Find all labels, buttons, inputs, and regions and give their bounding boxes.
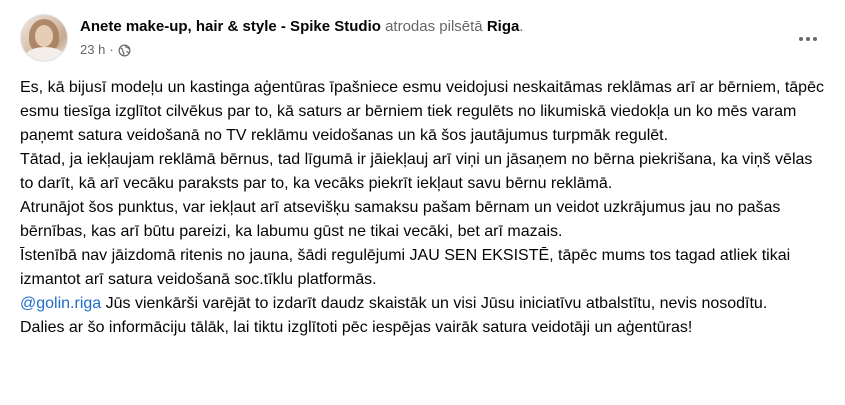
author-avatar[interactable]	[20, 14, 68, 62]
post-paragraph: Es, kā bijusī modeļu un kastinga aģentūr…	[20, 79, 824, 144]
location-suffix: .	[519, 18, 524, 35]
avatar-shoulder	[25, 47, 65, 61]
post-paragraph: Īstenībā nav jāizdomā ritenis no jauna, …	[20, 247, 791, 288]
post-meta: 23 h ·	[80, 41, 131, 59]
post-paragraph: Tātad, ja iekļaujam reklāmā bērnus, tad …	[20, 151, 813, 192]
post-paragraph: Dalies ar šo informāciju tālāk, lai tikt…	[20, 319, 693, 336]
post-card: Anete make-up, hair & style - Spike Stud…	[0, 0, 845, 405]
location-prefix: atrodas pilsētā	[385, 18, 483, 35]
post-title-line: Anete make-up, hair & style - Spike Stud…	[80, 17, 524, 37]
author-name[interactable]: Anete make-up, hair & style - Spike Stud…	[80, 18, 381, 35]
globe-icon[interactable]	[118, 44, 131, 57]
mention-link[interactable]: @golin.riga	[20, 295, 101, 312]
post-body: Es, kā bijusī modeļu un kastinga aģentūr…	[20, 76, 825, 340]
location-name[interactable]: Riga	[487, 18, 520, 35]
mention-text: Jūs vienkārši varējāt to izdarīt daudz s…	[101, 295, 768, 312]
meta-separator: ·	[109, 42, 114, 57]
more-options-icon	[799, 37, 817, 41]
post-header: Anete make-up, hair & style - Spike Stud…	[20, 14, 825, 64]
more-options-button[interactable]	[791, 22, 825, 56]
avatar-face	[35, 25, 53, 47]
post-paragraph-mention: @golin.riga Jūs vienkārši varējāt to izd…	[20, 292, 825, 316]
post-timestamp[interactable]: 23 h	[80, 41, 105, 59]
post-paragraph: Atrunājot šos punktus, var iekļaut arī a…	[20, 199, 781, 240]
